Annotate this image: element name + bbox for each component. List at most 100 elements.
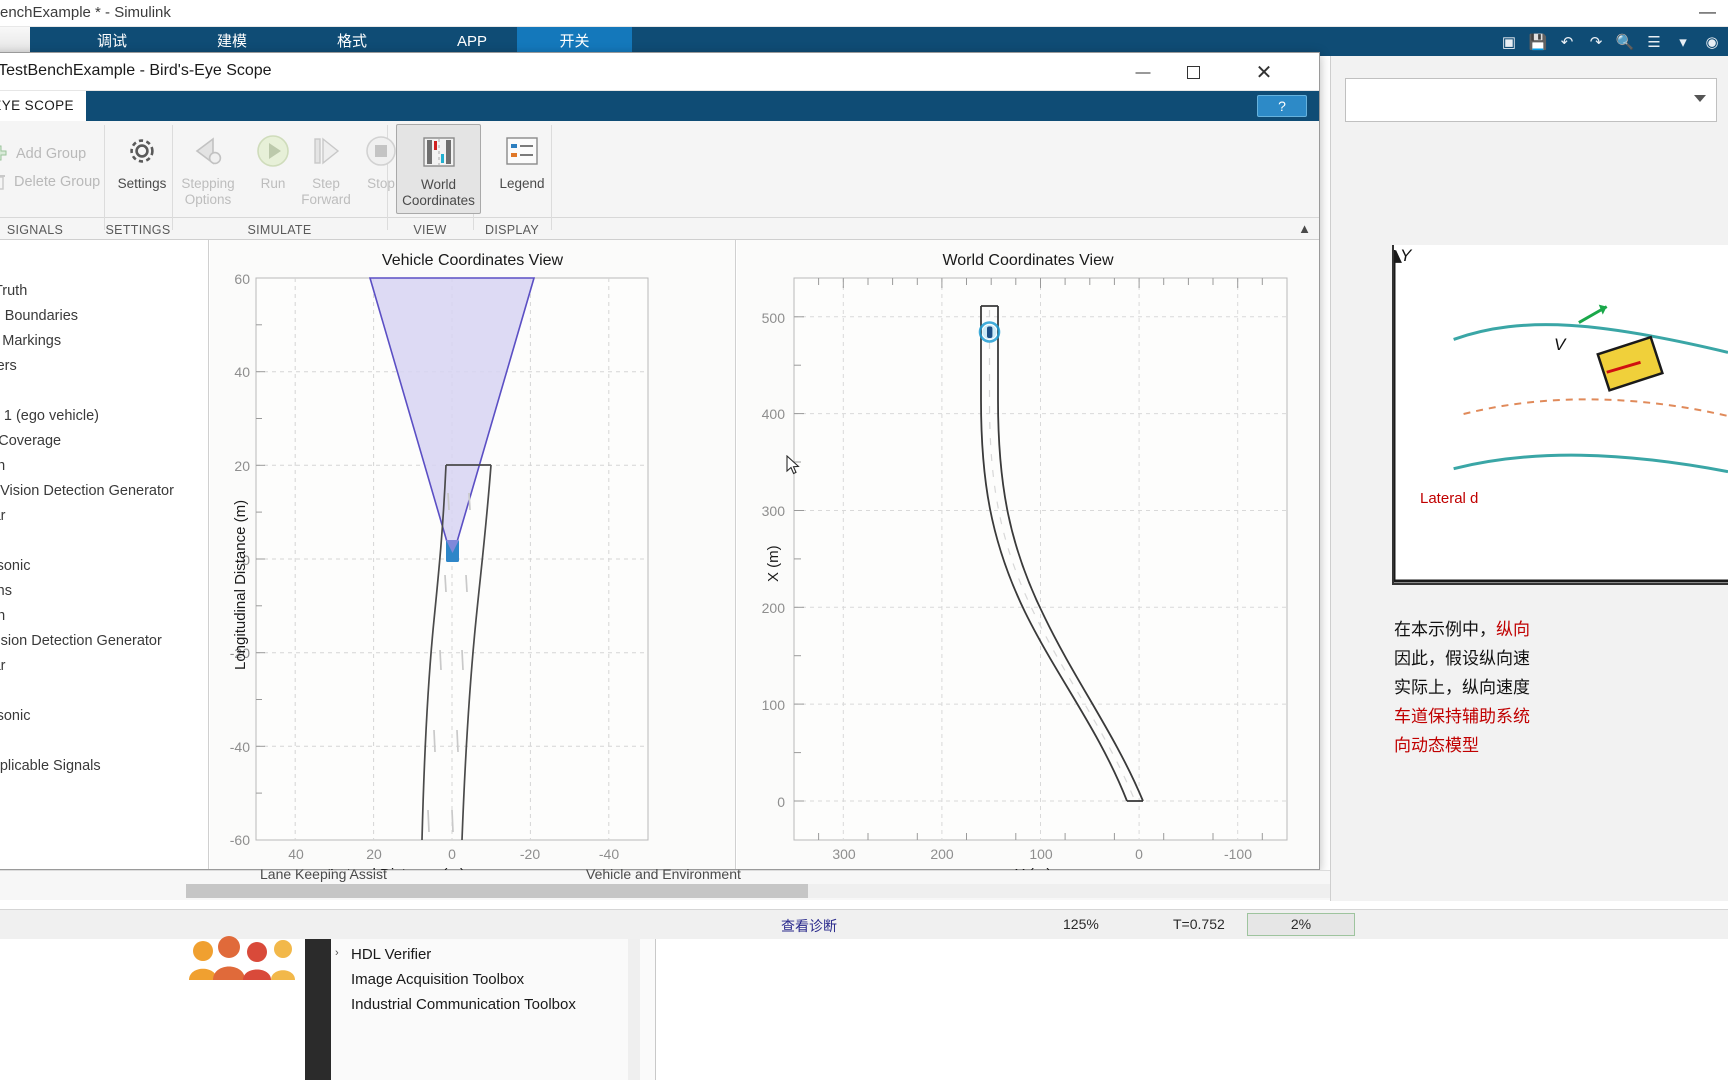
scope-window-title: KATestBenchExample - Bird's-Eye Scope [0, 62, 272, 79]
add-group-label: Add Group [16, 146, 87, 162]
start-menu-item-label: HDL Verifier [351, 946, 432, 963]
start-menu-list-item[interactable]: › HDL Verifier [335, 946, 432, 963]
step-back-icon [171, 129, 245, 173]
stop-label: Stop [367, 176, 395, 191]
delete-group-button[interactable]: Delete Group [0, 173, 100, 191]
start-menu-item-label: Industrial Communication Toolbox [351, 996, 576, 1013]
signal-tree-item[interactable]: Ultrasonic [0, 708, 30, 724]
doc-schematic-figure [1392, 245, 1728, 585]
signal-tree-item[interactable]: ections [0, 583, 12, 599]
group-label-view: VIEW [413, 223, 447, 237]
signal-tree-item[interactable]: Lane Markings [0, 333, 61, 349]
world-xtick-100: 100 [1029, 846, 1053, 862]
user-icon[interactable]: ◉ [1702, 33, 1722, 51]
scope-titlebar: KATestBenchExample - Bird's-Eye Scope — … [0, 53, 1319, 91]
view-diagnostics-link[interactable]: 查看诊断 [781, 916, 837, 936]
tab-birds-eye-scope[interactable]: S-EYE SCOPE [0, 91, 86, 121]
settings-button[interactable]: Settings [105, 129, 179, 192]
run-label: Run [260, 176, 286, 191]
start-menu-app-list[interactable]: › HDL Verifier Image Acquisition Toolbox In… [331, 939, 656, 1080]
doc-paragraph-line: 在本示例中，纵向 [1394, 620, 1530, 639]
redo-icon[interactable]: ↷ [1586, 33, 1606, 51]
zoom-level[interactable]: 125% [1063, 916, 1099, 932]
stepping-options-button[interactable]: Stepping Options [171, 129, 245, 208]
stepping-options-label: Stepping Options [181, 176, 235, 207]
simulink-title: enchExample * - Simulink [0, 4, 171, 21]
doc-y-axis-label: Y [1400, 246, 1412, 265]
signal-tree-item[interactable]: Vision [0, 458, 5, 474]
vehicle-yaxis-title: Longitudinal Distance (m) [232, 499, 249, 670]
model-label-lka: Lane Keeping Assist [260, 866, 387, 882]
legend-icon [485, 129, 559, 173]
signal-tree-item[interactable]: Road Boundaries [0, 308, 78, 324]
scope-minimize-button[interactable]: — [1118, 53, 1168, 91]
gear-icon [105, 129, 179, 173]
world-coordinates-plot[interactable] [737, 240, 1321, 871]
world-xtick-300: 300 [832, 846, 856, 862]
settings-label: Settings [117, 176, 167, 191]
world-ytick-200: 200 [761, 600, 785, 616]
signal-tree-item[interactable]: Vision Detection Generator [0, 633, 162, 649]
signal-tree-item[interactable]: Barriers [0, 358, 17, 374]
minimize-icon[interactable]: — [1699, 2, 1716, 22]
vehicle-ytick-neg40: -40 [229, 739, 250, 755]
maximize-icon [1186, 65, 1200, 79]
signal-tree-item[interactable]: Actor 1 (ego vehicle) [0, 408, 99, 424]
chevron-down-icon[interactable]: ▾ [1673, 33, 1693, 51]
group-label-simulate: SIMULATE [247, 223, 312, 237]
vehicle-xtick-0: 0 [448, 846, 456, 862]
group-label-settings: SETTINGS [105, 223, 171, 237]
signals-sidebar[interactable]: und Truth Road Boundaries Lane Markings Bar… [0, 240, 209, 869]
trash-icon [0, 175, 5, 190]
layers-icon[interactable]: ☰ [1644, 33, 1664, 51]
delete-group-label: Delete Group [14, 174, 101, 190]
birds-eye-scope-window: KATestBenchExample - Bird's-Eye Scope — … [0, 52, 1321, 883]
legend-button[interactable]: Legend [485, 129, 559, 192]
vehicle-xtick-20: 20 [366, 846, 382, 862]
search-icon[interactable]: 🔍 [1615, 33, 1635, 51]
signal-tree-item[interactable]: nsor Coverage [0, 433, 61, 449]
vehicle-ytick-20: 20 [234, 458, 250, 474]
simulink-titlebar: enchExample * - Simulink — [0, 0, 1728, 27]
people-illustration [189, 936, 295, 980]
add-group-button[interactable]: Add Group [0, 145, 86, 163]
undo-icon[interactable]: ↶ [1557, 33, 1577, 51]
doc-search-box[interactable] [1345, 78, 1717, 122]
model-label-vehicle-env: Vehicle and Environment [586, 866, 741, 882]
help-button[interactable]: ? [1257, 95, 1307, 117]
world-ytick-400: 400 [761, 406, 785, 422]
collapse-ribbon-icon[interactable]: ▲ [1298, 221, 1311, 236]
signal-tree-item[interactable]: er Applicable Signals [0, 758, 101, 774]
vehicle-coordinates-plot[interactable] [210, 240, 736, 871]
world-ytick-300: 300 [761, 503, 785, 519]
world-ytick-100: 100 [761, 697, 785, 713]
signal-tree-item[interactable]: 1 Vision Detection Generator [0, 483, 174, 499]
start-menu-item-label: Image Acquisition Toolbox [351, 971, 525, 988]
world-ytick-0: 0 [777, 794, 785, 810]
save-icon[interactable]: 💾 [1528, 33, 1548, 51]
doc-paragraph-line: 向动态模型 [1394, 736, 1479, 755]
library-icon[interactable]: ▣ [1499, 33, 1519, 51]
vehicle-coordinates-pane: Vehicle Coordinates View 60 40 20 0 -20 … [210, 240, 736, 883]
signal-tree-item[interactable]: Vision [0, 608, 5, 624]
doc-lateral-label: Lateral d [1420, 490, 1479, 507]
vehicle-ytick-40: 40 [234, 364, 250, 380]
scope-maximize-button[interactable] [1168, 53, 1218, 91]
vehicle-xtick-neg40: -40 [598, 846, 620, 862]
world-coordinates-button[interactable]: World Coordinates [396, 124, 481, 214]
chevron-down-icon[interactable] [1694, 95, 1706, 102]
legend-label: Legend [499, 176, 545, 191]
scope-close-button[interactable]: ✕ [1238, 53, 1290, 91]
world-coordinates-label: World Coordinates [402, 177, 475, 208]
start-menu-scrollbar[interactable] [628, 939, 640, 1080]
signal-tree-item[interactable]: Radar [0, 658, 6, 674]
signal-tree-item[interactable]: Radar [0, 508, 6, 524]
chevron-right-icon: › [335, 947, 339, 959]
start-menu-list-item[interactable]: Image Acquisition Toolbox [351, 971, 524, 988]
horizontal-scrollbar-thumb[interactable] [186, 884, 808, 898]
signal-tree-item[interactable]: Ultrasonic [0, 558, 30, 574]
start-menu-list-item[interactable]: Industrial Communication Toolbox [351, 996, 576, 1013]
world-ytick-500: 500 [761, 310, 785, 326]
signal-tree-item[interactable]: und Truth [0, 283, 27, 299]
doc-paragraph: 在本示例中，纵向 因此，假设纵向速 实际上，纵向速度 车道保持辅助系统 向动态模型 [1394, 615, 1728, 760]
